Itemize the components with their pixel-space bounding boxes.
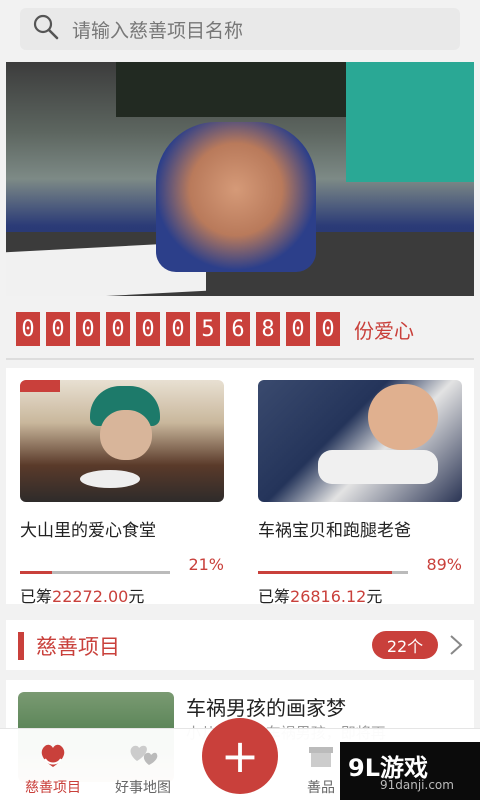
banner-photo (116, 62, 346, 117)
counter-digit: 5 (196, 312, 220, 346)
raised-amount: 已筹22272.00元 (20, 587, 145, 606)
divider (6, 358, 474, 360)
project-title: 大山里的爱心食堂 (20, 521, 156, 541)
counter-digit: 6 (226, 312, 250, 346)
project-count-badge: 22个 (372, 631, 438, 659)
watermark: 9L游戏 91danji.com (340, 742, 480, 800)
watermark-site: 91danji.com (380, 778, 454, 792)
project-image (20, 380, 224, 502)
tab-charity-projects[interactable]: 慈善项目 (8, 739, 98, 797)
banner-carousel[interactable] (6, 62, 474, 296)
project-image (258, 380, 462, 502)
counter-digit: 0 (106, 312, 130, 346)
love-counter: 0 0 0 0 0 0 5 6 8 0 0 份爱心 (16, 310, 414, 348)
search-input[interactable]: 请输入慈善项目名称 (72, 16, 243, 43)
project-card[interactable]: 车祸宝贝和跑腿老爸 89% 已筹26816.12元 (258, 380, 462, 607)
heart-hands-icon (37, 739, 69, 771)
map-icon (127, 739, 159, 771)
chevron-right-icon[interactable] (448, 634, 464, 656)
add-button[interactable]: + (202, 718, 278, 794)
section-marker (18, 632, 24, 660)
tab-label: 善品 (307, 780, 335, 796)
search-icon (32, 13, 60, 45)
counter-digit: 0 (316, 312, 340, 346)
counter-digit: 0 (136, 312, 160, 346)
counter-digit: 8 (256, 312, 280, 346)
list-item-title: 车祸男孩的画家梦 (186, 696, 346, 720)
counter-digit: 0 (286, 312, 310, 346)
progress-fill (258, 571, 392, 574)
progress-percent: 89% (426, 555, 462, 574)
tab-label: 好事地图 (115, 780, 171, 796)
progress-bar: 89% (258, 555, 462, 577)
counter-digit: 0 (46, 312, 70, 346)
counter-digit: 0 (16, 312, 40, 346)
section-header[interactable]: 慈善项目 22个 (6, 620, 474, 670)
progress-percent: 21% (188, 555, 224, 574)
tab-map[interactable]: 好事地图 (98, 739, 188, 797)
counter-digit: 0 (76, 312, 100, 346)
progress-bar: 21% (20, 555, 224, 577)
gift-icon (305, 739, 337, 771)
tab-label: 慈善项目 (25, 780, 81, 796)
featured-projects: 大山里的爱心食堂 21% 已筹22272.00元 车祸宝贝和跑腿老爸 89% 已… (6, 368, 474, 607)
counter-unit: 份爱心 (354, 318, 414, 343)
progress-fill (20, 571, 52, 574)
counter-digit: 0 (166, 312, 190, 346)
section-title: 慈善项目 (36, 635, 120, 659)
project-title: 车祸宝贝和跑腿老爸 (258, 521, 411, 541)
raised-amount: 已筹26816.12元 (258, 587, 383, 606)
project-card[interactable]: 大山里的爱心食堂 21% 已筹22272.00元 (20, 380, 224, 607)
plus-icon: + (220, 729, 260, 783)
search-bar[interactable]: 请输入慈善项目名称 (20, 8, 460, 50)
